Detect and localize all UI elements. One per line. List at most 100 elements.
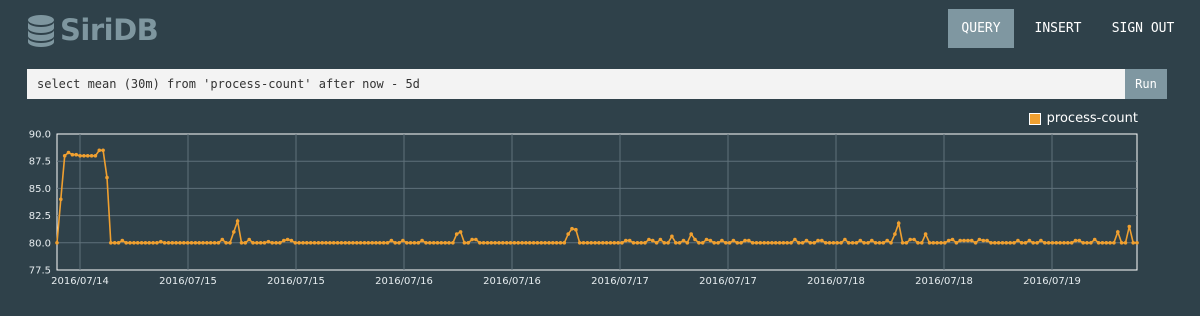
data-point <box>754 241 759 245</box>
data-point <box>896 221 901 225</box>
data-point <box>520 241 524 245</box>
data-point <box>85 154 90 158</box>
data-point <box>278 241 282 245</box>
x-tick-label: 2016/07/15 <box>159 276 217 287</box>
data-point <box>1000 241 1005 245</box>
data-point <box>312 241 317 245</box>
data-point <box>747 238 751 243</box>
data-point <box>128 241 132 245</box>
data-point <box>447 241 451 245</box>
data-point <box>1073 238 1078 243</box>
data-point <box>685 241 690 245</box>
data-point <box>827 241 832 245</box>
data-point <box>789 241 793 245</box>
data-point <box>266 239 271 244</box>
data-point <box>1023 241 1028 245</box>
data-point <box>401 238 405 243</box>
data-point <box>958 238 962 243</box>
data-point <box>159 239 163 244</box>
data-point <box>258 241 263 245</box>
data-point <box>943 241 947 245</box>
data-point <box>616 241 620 245</box>
data-point <box>812 241 816 245</box>
data-point <box>174 241 178 245</box>
data-point <box>270 241 275 245</box>
data-point <box>727 241 732 245</box>
data-point <box>1108 241 1112 245</box>
data-point <box>597 241 601 245</box>
data-point <box>143 241 148 245</box>
data-point <box>416 241 421 245</box>
data-point <box>435 241 440 245</box>
data-point <box>1081 241 1085 245</box>
data-point <box>873 241 878 245</box>
data-point <box>74 152 78 157</box>
data-point <box>316 241 321 245</box>
x-tick-label: 2016/07/17 <box>699 276 757 287</box>
data-point <box>1100 241 1105 245</box>
data-point <box>205 241 209 245</box>
data-point <box>124 241 128 245</box>
data-point <box>178 241 182 245</box>
data-point <box>170 241 175 245</box>
data-point <box>962 238 966 243</box>
data-point <box>766 241 770 245</box>
data-point <box>612 241 617 245</box>
data-point <box>527 241 532 245</box>
data-point <box>700 241 705 245</box>
data-point <box>1131 241 1135 245</box>
data-point <box>378 241 382 245</box>
data-point <box>608 241 613 245</box>
data-point <box>1012 241 1016 245</box>
data-point <box>1135 241 1139 245</box>
data-point <box>916 241 920 245</box>
data-point <box>516 241 520 245</box>
data-point <box>1062 241 1066 245</box>
data-point <box>197 241 201 245</box>
data-point <box>193 241 198 245</box>
data-point <box>589 241 593 245</box>
data-point <box>620 241 624 245</box>
data-point <box>1046 241 1051 245</box>
data-point <box>996 241 1001 245</box>
data-point <box>912 237 916 242</box>
data-point <box>89 154 94 158</box>
data-point <box>1123 241 1128 245</box>
data-point <box>139 241 144 245</box>
y-tick-label: 77.5 <box>29 266 51 277</box>
data-point <box>689 232 693 236</box>
data-point <box>112 241 117 245</box>
data-point <box>366 241 371 245</box>
data-point <box>305 241 309 245</box>
data-point <box>97 148 102 153</box>
data-point <box>474 237 478 242</box>
x-tick-label: 2016/07/19 <box>1023 276 1081 287</box>
data-point <box>1019 241 1024 245</box>
data-point <box>977 237 982 242</box>
data-point <box>470 237 474 242</box>
data-point <box>1058 241 1062 245</box>
data-point <box>566 232 570 236</box>
data-point <box>900 241 905 245</box>
data-point <box>374 241 378 245</box>
data-point <box>570 226 574 231</box>
data-point <box>82 154 86 158</box>
data-point <box>985 238 989 243</box>
data-point <box>59 197 63 202</box>
data-point <box>639 241 643 245</box>
data-point <box>535 241 540 245</box>
data-point <box>935 241 939 245</box>
data-point <box>650 238 655 243</box>
data-point <box>1016 238 1020 243</box>
data-point <box>424 241 428 245</box>
data-point <box>147 241 151 245</box>
data-point <box>155 241 159 245</box>
data-point <box>1112 241 1116 245</box>
data-point <box>462 241 467 245</box>
data-point <box>831 241 836 245</box>
plot-area <box>56 133 1138 271</box>
data-point <box>693 237 697 242</box>
data-point <box>1085 241 1089 245</box>
data-point <box>931 241 936 245</box>
data-point <box>339 241 344 245</box>
